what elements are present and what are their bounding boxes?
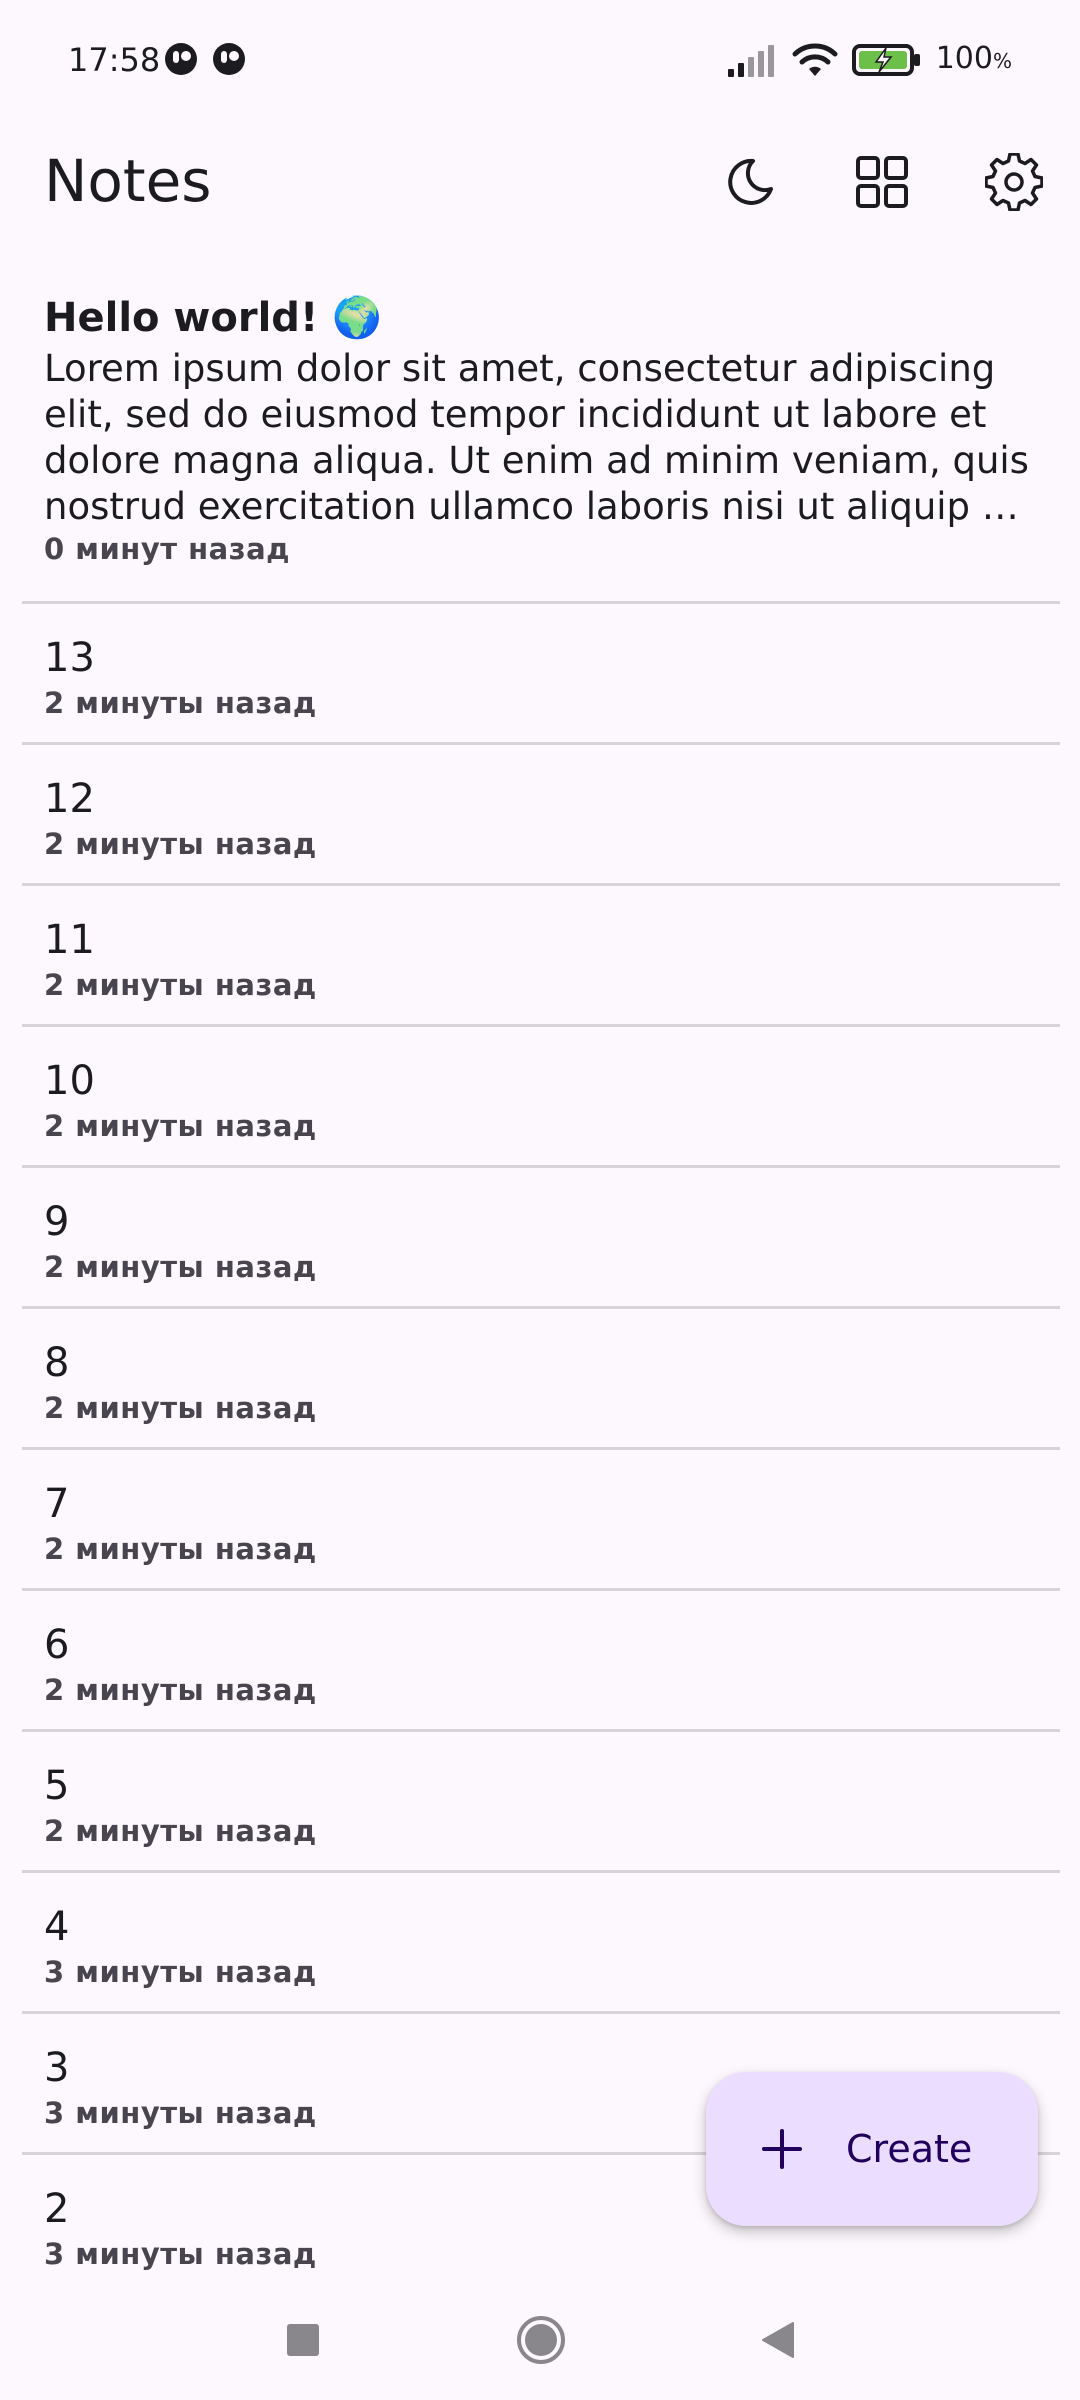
- layout-toggle-button[interactable]: [850, 150, 914, 214]
- note-timestamp: 2 минуты назад: [44, 968, 317, 1002]
- back-button[interactable]: [750, 2312, 806, 2368]
- note-item[interactable]: 4 3 минуты назад: [22, 1873, 1060, 2014]
- note-timestamp: 2 минуты назад: [44, 1109, 317, 1143]
- notification-app-icon: [213, 43, 245, 75]
- notes-list[interactable]: Hello world! 🌍 Lorem ipsum dolor sit ame…: [22, 272, 1060, 2274]
- note-item[interactable]: 13 2 минуты назад: [22, 604, 1060, 745]
- gear-icon: [985, 153, 1043, 211]
- note-item[interactable]: 6 2 минуты назад: [22, 1591, 1060, 1732]
- battery-percent: 100%: [935, 41, 1012, 76]
- note-item[interactable]: 8 2 минуты назад: [22, 1309, 1060, 1450]
- note-title: 12: [44, 776, 95, 822]
- system-navigation-bar: [0, 2274, 1080, 2400]
- note-item[interactable]: 11 2 минуты назад: [22, 886, 1060, 1027]
- status-time: 17:58: [68, 41, 161, 79]
- page-title: Notes: [44, 147, 212, 215]
- settings-button[interactable]: [982, 150, 1046, 214]
- note-timestamp: 2 минуты назад: [44, 1250, 317, 1284]
- status-bar: 17:58 100%: [0, 0, 1080, 120]
- note-timestamp: 2 минуты назад: [44, 686, 317, 720]
- note-timestamp: 2 минуты назад: [44, 827, 317, 861]
- note-title: 13: [44, 635, 95, 681]
- back-triangle-icon: [762, 2322, 794, 2358]
- moon-icon: [728, 158, 773, 205]
- grid-icon: [856, 156, 908, 208]
- note-item[interactable]: 9 2 минуты назад: [22, 1168, 1060, 1309]
- note-title: 4: [44, 1904, 70, 1950]
- note-title: Hello world! 🌍: [44, 295, 382, 341]
- note-timestamp: 3 минуты назад: [44, 1955, 317, 1989]
- home-circle-icon: [517, 2316, 565, 2364]
- theme-toggle-button[interactable]: [718, 150, 782, 214]
- note-item[interactable]: 7 2 минуты назад: [22, 1450, 1060, 1591]
- notification-app-icon: [165, 43, 197, 75]
- signal-icon: [727, 45, 774, 77]
- note-item[interactable]: 12 2 минуты назад: [22, 745, 1060, 886]
- app-bar: Notes: [0, 120, 1080, 240]
- wifi-icon: [792, 43, 838, 76]
- recents-button[interactable]: [275, 2312, 331, 2368]
- note-item[interactable]: 10 2 минуты назад: [22, 1027, 1060, 1168]
- plus-icon: [762, 2129, 802, 2169]
- note-timestamp: 2 минуты назад: [44, 1673, 317, 1707]
- status-indicators: 100%: [726, 38, 1012, 82]
- note-timestamp: 2 минуты назад: [44, 1814, 317, 1848]
- note-title: 5: [44, 1763, 70, 1809]
- note-body: Lorem ipsum dolor sit amet, consectetur …: [44, 347, 1029, 528]
- note-item[interactable]: Hello world! 🌍 Lorem ipsum dolor sit ame…: [22, 272, 1060, 604]
- create-note-button[interactable]: Create: [706, 2072, 1038, 2226]
- create-button-label: Create: [846, 2127, 973, 2171]
- note-title: 9: [44, 1199, 70, 1245]
- note-title: 7: [44, 1481, 70, 1527]
- note-timestamp: 2 минуты назад: [44, 1391, 317, 1425]
- battery-charging-icon: [851, 44, 920, 76]
- home-button[interactable]: [513, 2312, 569, 2368]
- note-timestamp: 0 минут назад: [44, 532, 291, 566]
- note-title: 6: [44, 1622, 70, 1668]
- note-timestamp: 2 минуты назад: [44, 1532, 317, 1566]
- note-item[interactable]: 5 2 минуты назад: [22, 1732, 1060, 1873]
- note-title: 8: [44, 1340, 70, 1386]
- square-icon: [287, 2324, 319, 2356]
- note-title: 11: [44, 917, 95, 963]
- note-title: 10: [44, 1058, 95, 1104]
- note-timestamp: 3 минуты назад: [44, 2237, 317, 2271]
